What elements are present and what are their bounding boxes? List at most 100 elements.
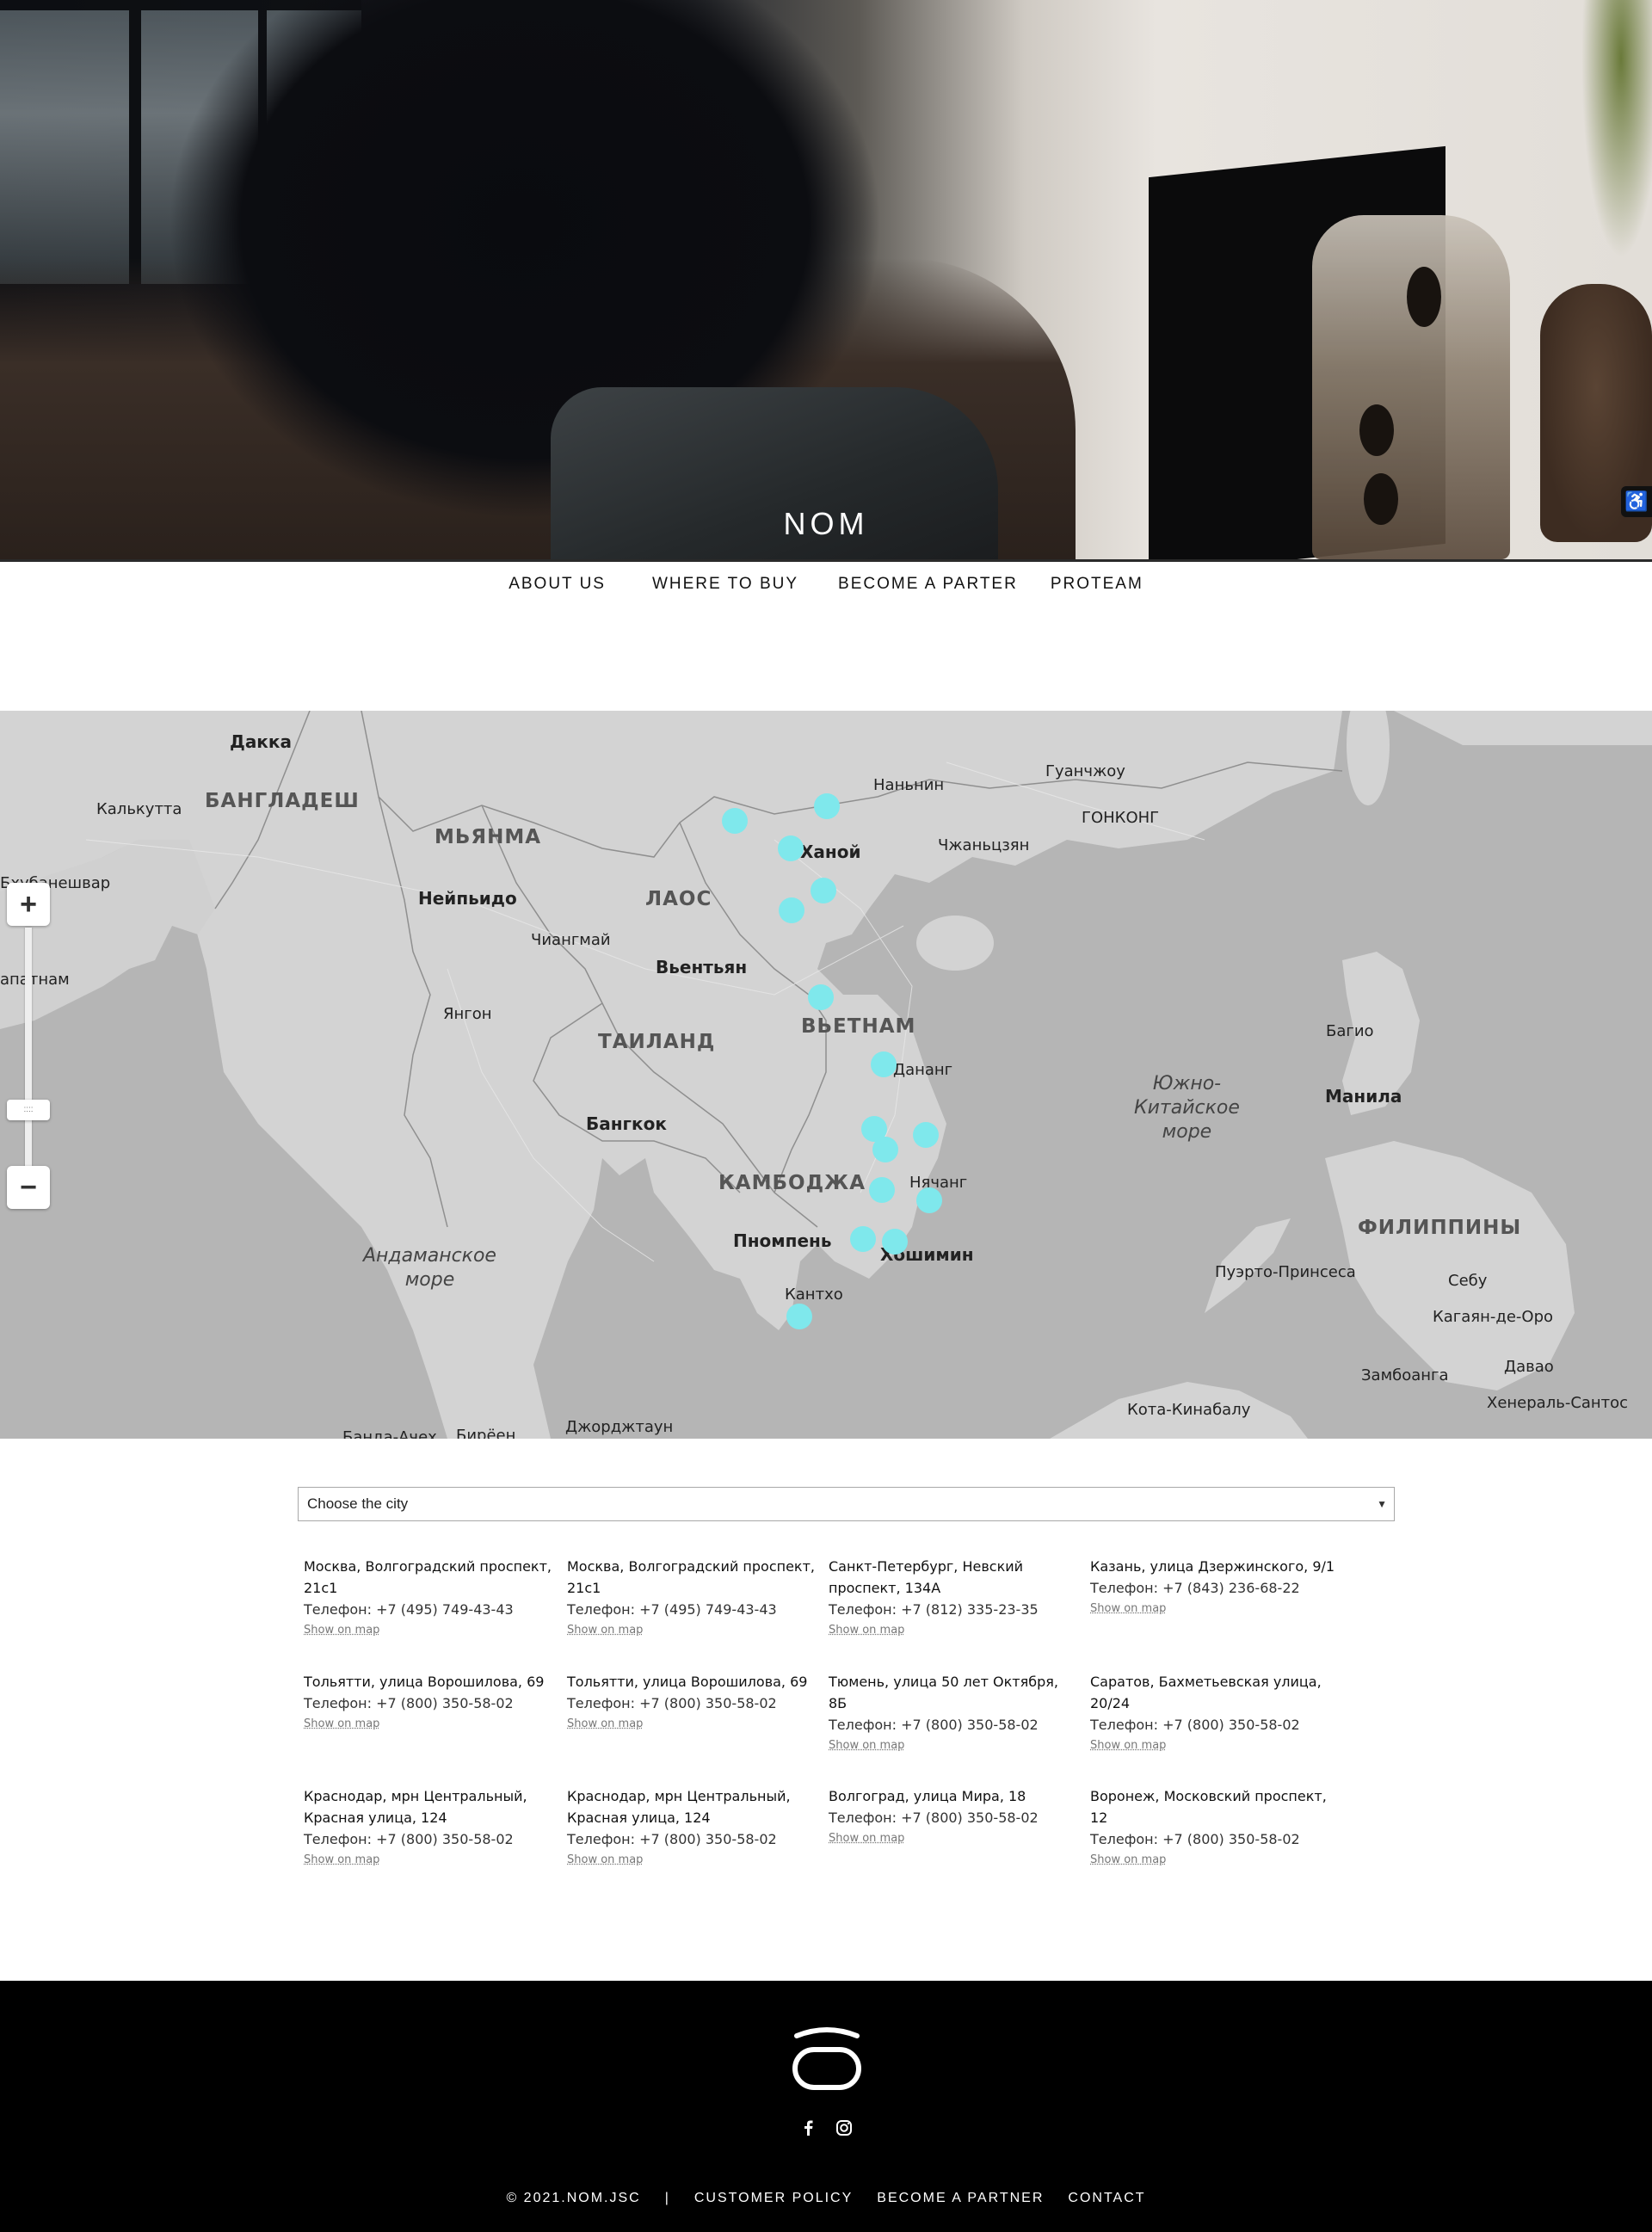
store-pin[interactable] bbox=[779, 897, 804, 923]
plus-icon[interactable]: + bbox=[7, 883, 50, 926]
map-city-label: Чиангмай bbox=[531, 931, 611, 949]
brand-logo[interactable]: NOM bbox=[0, 506, 1652, 542]
show-on-map-link[interactable]: Show on map bbox=[829, 1828, 1078, 1849]
map-capital-label: Манила bbox=[1325, 1086, 1402, 1107]
stores-map[interactable]: Дакка Калькутта БАНГЛАДЕШ Бхубанешвар МЬ… bbox=[0, 711, 1652, 1439]
show-on-map-link[interactable]: Show on map bbox=[1090, 1736, 1340, 1756]
show-on-map-link[interactable]: Show on map bbox=[1090, 1599, 1348, 1619]
show-on-map-link[interactable]: Show on map bbox=[304, 1714, 553, 1735]
minus-icon[interactable]: − bbox=[7, 1166, 50, 1209]
map-country-label: МЬЯНМА bbox=[435, 826, 542, 848]
map-city-label: Банда-Ачех bbox=[342, 1428, 437, 1439]
store-pin[interactable] bbox=[808, 984, 834, 1010]
city-select[interactable]: Choose the city ▼ bbox=[298, 1487, 1395, 1521]
store-pin[interactable] bbox=[872, 1137, 898, 1162]
store-pin[interactable] bbox=[778, 835, 804, 861]
store-pin[interactable] bbox=[871, 1051, 897, 1077]
store-phone: Телефон: +7 (800) 350-58-02 bbox=[304, 1695, 514, 1711]
nav-proteam[interactable]: PROTEAM bbox=[1051, 575, 1143, 594]
map-country-label: ЛАОС bbox=[645, 888, 712, 910]
store-item: Тольятти, улица Ворошилова, 69 Телефон: … bbox=[567, 1671, 817, 1735]
show-on-map-link[interactable]: Show on map bbox=[829, 1736, 1078, 1756]
map-capital-label: Ханой bbox=[800, 842, 861, 862]
show-on-map-link[interactable]: Show on map bbox=[829, 1620, 1078, 1641]
store-address: Москва, Волгоградский проспект, 21с1 bbox=[567, 1558, 815, 1596]
map-capital-label: Вьентьян bbox=[656, 957, 748, 977]
map-city-label: Замбоанга bbox=[1361, 1366, 1449, 1384]
footer: © 2021.NOM.JSC | CUSTOMER POLICY BECOME … bbox=[0, 1981, 1652, 2232]
footer-links: © 2021.NOM.JSC | CUSTOMER POLICY BECOME … bbox=[0, 2191, 1652, 2206]
map-city-label: Нячанг bbox=[909, 1174, 968, 1192]
map-city-label: Калькутта bbox=[96, 800, 182, 818]
store-item: Тольятти, улица Ворошилова, 69 Телефон: … bbox=[304, 1671, 553, 1735]
nav-where-to-buy[interactable]: WHERE TO BUY bbox=[652, 575, 798, 594]
map-country-label: ФИЛИППИНЫ bbox=[1358, 1217, 1522, 1239]
nom-logo-icon[interactable] bbox=[792, 2025, 862, 2096]
store-pin[interactable] bbox=[882, 1229, 908, 1255]
map-city-label: ГОНКОНГ bbox=[1082, 809, 1160, 827]
instagram-icon[interactable] bbox=[835, 2118, 854, 2137]
store-item: Москва, Волгоградский проспект, 21с1 Тел… bbox=[304, 1556, 553, 1641]
store-address: Тольятти, улица Ворошилова, 69 bbox=[304, 1674, 545, 1690]
map-country-label: КАМБОДЖА bbox=[718, 1172, 866, 1194]
map-country-label: БАНГЛАДЕШ bbox=[205, 790, 360, 812]
store-phone: Телефон: +7 (495) 749-43-43 bbox=[567, 1601, 777, 1618]
store-address: Волгоград, улица Мира, 18 bbox=[829, 1788, 1026, 1804]
store-address: Воронеж, Московский проспект, 12 bbox=[1090, 1788, 1327, 1826]
map-country-label: ТАИЛАНД bbox=[598, 1031, 716, 1053]
map-capital-label: Бангкок bbox=[586, 1113, 667, 1134]
store-pin[interactable] bbox=[850, 1226, 876, 1252]
store-pin[interactable] bbox=[869, 1177, 895, 1203]
store-item: Краснодар, мрн Центральный, Красная улиц… bbox=[304, 1785, 553, 1871]
store-phone: Телефон: +7 (843) 236-68-22 bbox=[1090, 1580, 1300, 1596]
store-item: Москва, Волгоградский проспект, 21с1 Тел… bbox=[567, 1556, 817, 1641]
map-sea-label: Андаманское море bbox=[363, 1245, 496, 1291]
store-item: Саратов, Бахметьевская улица, 20/24 Теле… bbox=[1090, 1671, 1340, 1756]
store-address: Краснодар, мрн Центральный, Красная улиц… bbox=[304, 1788, 527, 1826]
copyright: © 2021.NOM.JSC bbox=[506, 2191, 641, 2205]
store-item: Тюмень, улица 50 лет Октября, 8Б Телефон… bbox=[829, 1671, 1078, 1756]
map-city-label: Дананг bbox=[893, 1061, 953, 1079]
zoom-slider-track[interactable] bbox=[25, 928, 32, 1186]
show-on-map-link[interactable]: Show on map bbox=[567, 1620, 817, 1641]
store-phone: Телефон: +7 (800) 350-58-02 bbox=[567, 1831, 777, 1847]
map-capital-label: Дакка bbox=[230, 731, 292, 752]
store-address: Казань, улица Дзержинского, 9/1 bbox=[1090, 1558, 1335, 1575]
nav-about-us[interactable]: ABOUT US bbox=[509, 575, 606, 594]
show-on-map-link[interactable]: Show on map bbox=[1090, 1850, 1340, 1871]
footer-link-become-a-partner[interactable]: BECOME A PARTNER bbox=[877, 2191, 1044, 2206]
store-pin[interactable] bbox=[913, 1122, 939, 1148]
footer-link-customer-policy[interactable]: CUSTOMER POLICY bbox=[694, 2191, 853, 2206]
map-city-label: Бирёен bbox=[456, 1427, 516, 1439]
nav-become-a-partner[interactable]: BECOME A PARTER bbox=[838, 575, 1018, 594]
chevron-down-icon: ▼ bbox=[1377, 1498, 1387, 1510]
show-on-map-link[interactable]: Show on map bbox=[304, 1850, 553, 1871]
map-city-label: Наньнин bbox=[873, 776, 945, 794]
footer-link-contact[interactable]: CONTACT bbox=[1068, 2191, 1145, 2206]
wheelchair-icon[interactable]: ♿ bbox=[1621, 486, 1652, 517]
store-pin[interactable] bbox=[722, 808, 748, 834]
main-nav: ABOUT US WHERE TO BUY BECOME A PARTER PR… bbox=[0, 575, 1652, 594]
store-pin[interactable] bbox=[916, 1187, 942, 1213]
store-pin[interactable] bbox=[811, 878, 836, 903]
map-city-label: Кантхо bbox=[785, 1286, 843, 1304]
facebook-icon[interactable] bbox=[798, 2118, 817, 2137]
store-pin[interactable] bbox=[786, 1304, 812, 1329]
store-pin[interactable] bbox=[814, 793, 840, 819]
store-phone: Телефон: +7 (800) 350-58-02 bbox=[304, 1831, 514, 1847]
show-on-map-link[interactable]: Show on map bbox=[567, 1714, 817, 1735]
map-city-label: Хенераль-Сантос bbox=[1487, 1394, 1629, 1412]
map-city-label: Пуэрто-Принсеса bbox=[1215, 1263, 1356, 1281]
map-city-label: Джорджтаун bbox=[565, 1418, 674, 1436]
show-on-map-link[interactable]: Show on map bbox=[567, 1850, 817, 1871]
show-on-map-link[interactable]: Show on map bbox=[304, 1620, 553, 1641]
store-address: Тольятти, улица Ворошилова, 69 bbox=[567, 1674, 808, 1690]
store-phone: Телефон: +7 (800) 350-58-02 bbox=[1090, 1831, 1300, 1847]
store-phone: Телефон: +7 (800) 350-58-02 bbox=[1090, 1717, 1300, 1733]
store-address: Москва, Волгоградский проспект, 21с1 bbox=[304, 1558, 552, 1596]
map-capital-label: Нейпьидо bbox=[418, 888, 517, 909]
footer-separator: | bbox=[664, 2191, 670, 2205]
store-phone: Телефон: +7 (800) 350-58-02 bbox=[829, 1810, 1039, 1826]
zoom-slider-handle[interactable]: :::: bbox=[7, 1100, 50, 1120]
hero-banner: NOM ♿ bbox=[0, 0, 1652, 559]
